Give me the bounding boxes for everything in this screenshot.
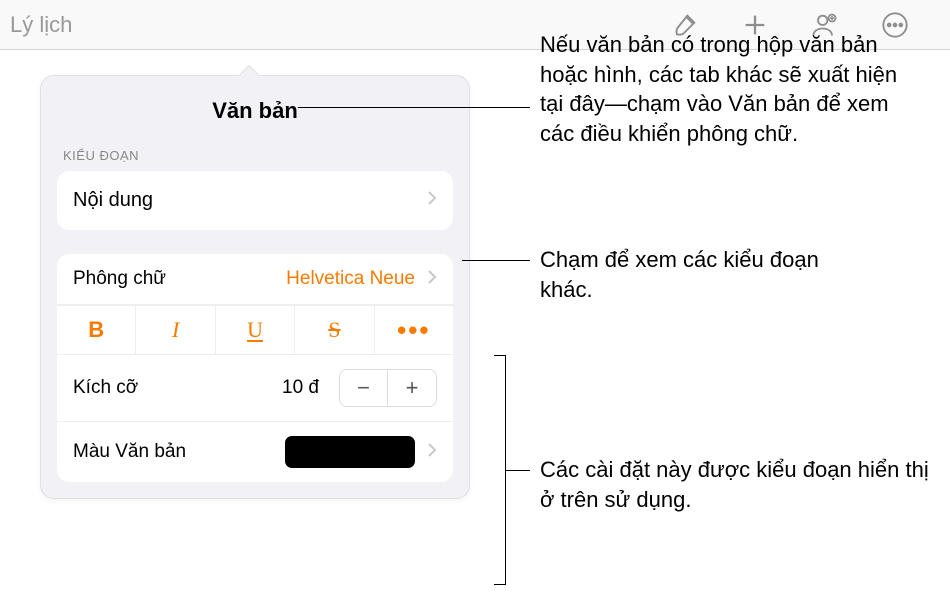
underline-button[interactable]: U (216, 306, 295, 354)
callout-settings: Các cài đặt này được kiểu đoạn hiển thị … (540, 455, 930, 514)
italic-button[interactable]: I (136, 306, 215, 354)
leader-line (506, 470, 530, 471)
size-label: Kích cỡ (73, 377, 138, 399)
font-row[interactable]: Phông chữ Helvetica Neue (57, 254, 453, 305)
size-value: 10 đ (282, 377, 319, 399)
color-swatch[interactable] (285, 436, 415, 468)
chevron-right-icon (427, 442, 437, 463)
size-stepper: − + (339, 369, 437, 407)
bold-button[interactable]: B (57, 306, 136, 354)
callout-text-tab: Nếu văn bản có trong hộp văn bản hoặc hì… (540, 30, 920, 149)
format-segmented-control: B I U S ••• (57, 305, 453, 355)
document-title: Lý lịch (10, 12, 72, 38)
font-value: Helvetica Neue (286, 268, 415, 290)
popover-arrow (236, 64, 260, 76)
text-color-label: Màu Văn bản (73, 441, 186, 463)
paragraph-style-label: KIỂU ĐOẠN (63, 148, 447, 163)
leader-line (462, 260, 530, 261)
chevron-right-icon (427, 190, 437, 211)
text-color-row[interactable]: Màu Văn bản (57, 422, 453, 482)
font-label: Phông chữ (73, 268, 166, 290)
strikethrough-button[interactable]: S (295, 306, 374, 354)
size-row: Kích cỡ 10 đ − + (57, 355, 453, 422)
size-increase-button[interactable]: + (388, 370, 436, 406)
paragraph-style-value: Nội dung (73, 189, 153, 212)
paragraph-style-selector[interactable]: Nội dung (57, 171, 453, 230)
font-settings-group: Phông chữ Helvetica Neue B I U S ••• Kíc… (57, 254, 453, 482)
format-popover: Văn bản KIỂU ĐOẠN Nội dung Phông chữ Hel… (40, 75, 470, 499)
bracket (494, 355, 506, 585)
more-format-button[interactable]: ••• (375, 306, 453, 354)
callout-paragraph-style: Chạm để xem các kiểu đoạn khác. (540, 245, 830, 304)
text-tab-button[interactable]: Văn bản (57, 92, 453, 138)
leader-line (298, 107, 530, 108)
chevron-right-icon (427, 269, 437, 290)
size-decrease-button[interactable]: − (340, 370, 388, 406)
